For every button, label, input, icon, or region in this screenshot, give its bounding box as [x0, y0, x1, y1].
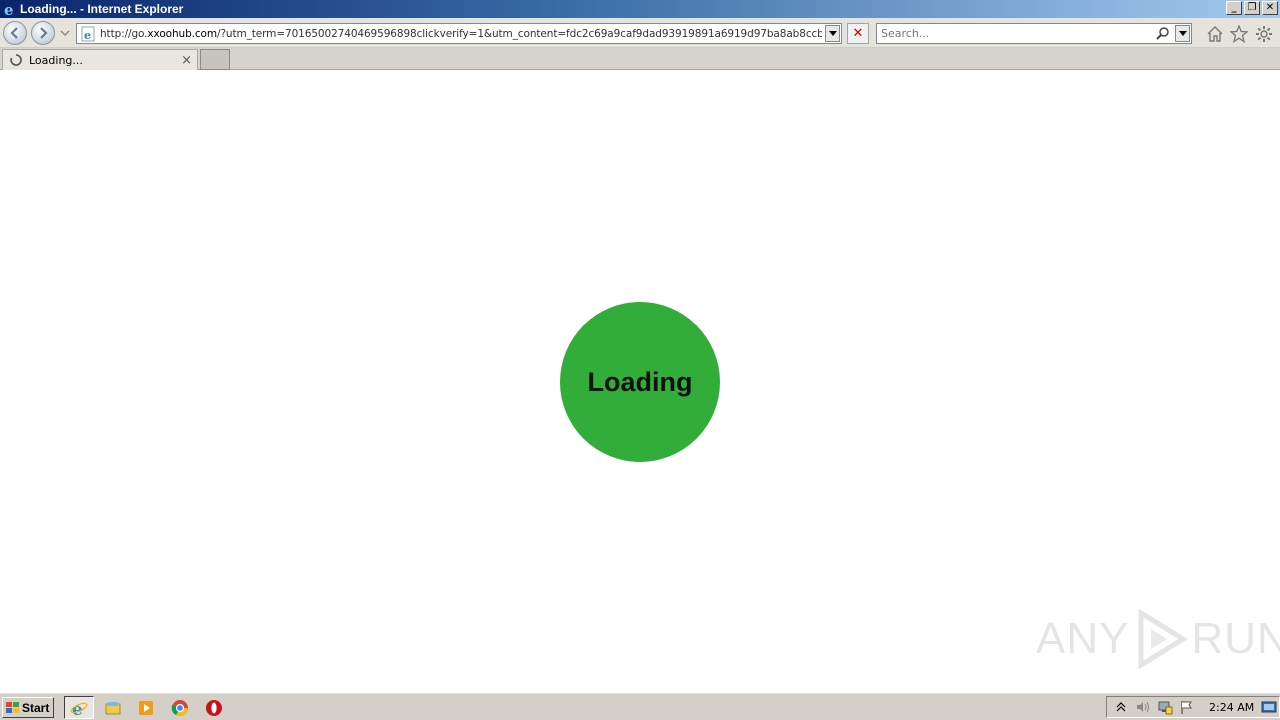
tab-bar: Loading... ×: [0, 48, 1280, 70]
home-icon[interactable]: [1206, 25, 1224, 43]
close-window-button[interactable]: ✕: [1262, 1, 1278, 15]
address-bar[interactable]: e http://go.xxoohub.com/?utm_term=701650…: [76, 23, 842, 44]
tab-close-icon[interactable]: ×: [181, 53, 192, 68]
title-bar: e Loading... - Internet Explorer _ ❐ ✕: [0, 0, 1280, 18]
loading-spinner-icon: [10, 54, 22, 66]
taskbar-internet-explorer[interactable]: e: [64, 696, 94, 719]
favorites-star-icon[interactable]: [1230, 25, 1248, 43]
start-label: Start: [22, 700, 50, 715]
taskbar-file-explorer[interactable]: [98, 696, 128, 719]
watermark-right-text: RUN: [1191, 614, 1280, 663]
window-title: Loading... - Internet Explorer: [20, 2, 184, 16]
show-desktop-icon[interactable]: [1261, 699, 1277, 715]
svg-text:e: e: [3, 2, 13, 17]
file-explorer-icon: [105, 701, 121, 714]
chevron-down-icon: [828, 30, 837, 36]
taskbar-chrome[interactable]: [165, 696, 195, 719]
volume-icon[interactable]: [1135, 699, 1151, 715]
search-box[interactable]: [876, 23, 1192, 44]
navigation-bar: e http://go.xxoohub.com/?utm_term=701650…: [0, 18, 1280, 48]
svg-text:e: e: [84, 29, 91, 42]
anyrun-watermark: ANY RUN: [1036, 609, 1280, 669]
internet-explorer-icon: e: [70, 700, 88, 717]
search-dropdown-button[interactable]: [1175, 25, 1190, 42]
chevron-down-icon: [1178, 30, 1187, 36]
forward-arrow-icon: [40, 27, 48, 39]
show-hidden-icons-arrow[interactable]: [1113, 699, 1129, 715]
media-player-icon: [139, 700, 153, 715]
taskbar: Start e 2:24 AM: [0, 692, 1280, 720]
page-content: Loading ANY RUN: [0, 71, 1280, 691]
taskbar-media-player[interactable]: [131, 696, 161, 719]
back-arrow-icon: [10, 27, 18, 39]
tab-label: Loading...: [29, 53, 83, 67]
address-dropdown-button[interactable]: [825, 25, 840, 42]
taskbar-clock[interactable]: 2:24 AM: [1209, 701, 1254, 714]
forward-button[interactable]: [31, 21, 55, 45]
new-tab-button[interactable]: [200, 49, 230, 70]
window-controls: _ ❐ ✕: [1226, 1, 1278, 15]
loading-text: Loading: [587, 366, 693, 397]
windows-flag-icon: [6, 701, 19, 713]
start-button[interactable]: Start: [2, 697, 54, 718]
watermark-left-text: ANY: [1036, 614, 1130, 663]
play-triangle-logo-icon: [1138, 609, 1189, 669]
tools-gear-icon[interactable]: [1255, 25, 1273, 43]
chrome-icon: [171, 699, 188, 716]
address-url[interactable]: http://go.xxoohub.com/?utm_term=70165002…: [100, 28, 822, 40]
svg-text:e: e: [72, 700, 83, 717]
network-icon[interactable]: [1157, 699, 1173, 715]
tab-loading[interactable]: Loading... ×: [2, 49, 198, 70]
search-input[interactable]: [881, 27, 1151, 40]
loading-circle: Loading: [560, 302, 720, 462]
action-center-flag-icon[interactable]: [1179, 699, 1195, 715]
restore-button[interactable]: ❐: [1244, 1, 1260, 15]
minimize-button[interactable]: _: [1226, 1, 1242, 15]
page-ie-icon: e: [81, 26, 95, 42]
recent-pages-dropdown-icon[interactable]: [60, 28, 70, 38]
taskbar-opera[interactable]: [199, 696, 229, 719]
search-icon[interactable]: [1155, 26, 1171, 42]
internet-explorer-logo-icon: e: [2, 1, 18, 17]
back-button[interactable]: [3, 21, 27, 45]
system-tray: 2:24 AM: [1106, 696, 1280, 718]
stop-button[interactable]: ✕: [847, 23, 869, 44]
opera-icon: [206, 699, 222, 716]
